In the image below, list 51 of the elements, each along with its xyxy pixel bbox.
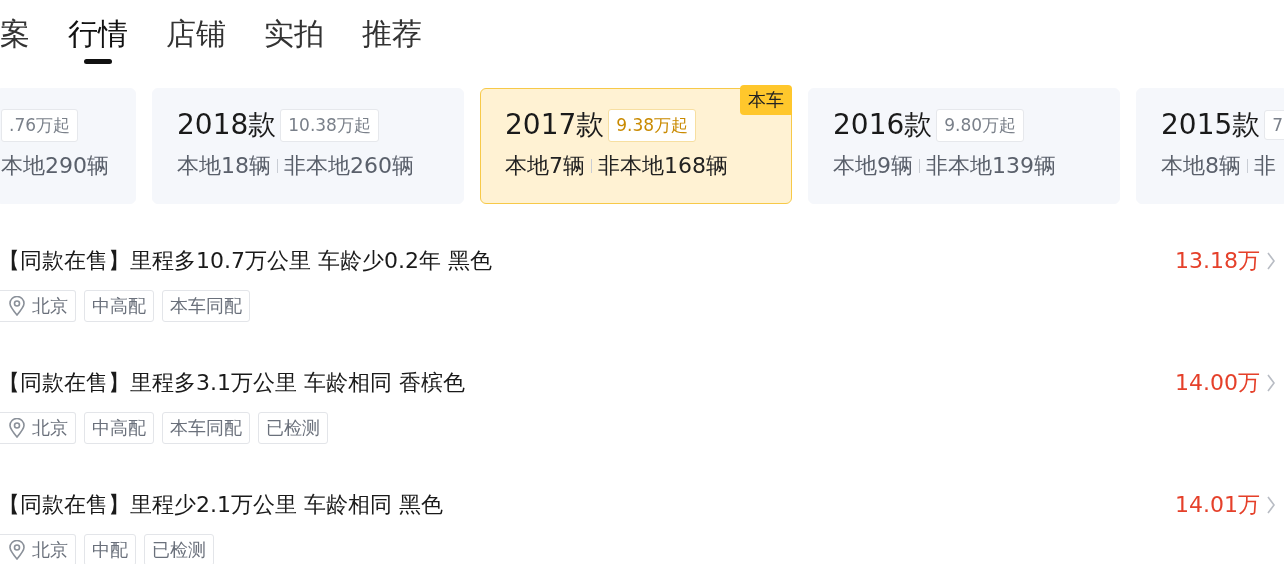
local-count: 本地290辆 [1, 152, 109, 180]
starting-price: .76万起 [1, 108, 79, 142]
year-card[interactable]: 2015款 7 本地8辆 非 [1136, 88, 1284, 204]
year-label: 2017款 [505, 107, 605, 143]
listing-title[interactable]: 【同款在售】里程多10.7万公里 车龄少0.2年 黑色 [0, 246, 492, 276]
year-card[interactable]: 2018款 10.38万起 本地18辆 非本地260辆 [152, 88, 464, 204]
listing-title[interactable]: 【同款在售】里程多3.1万公里 车龄相同 香槟色 [0, 368, 465, 398]
listing-price: 14.00万 [1175, 369, 1260, 397]
year-label: 2015款 [1161, 107, 1261, 143]
year-card[interactable]: 2017款 9.38万起 本地7辆 非本地168辆 本车 [480, 88, 792, 204]
listing-tag: 本车同配 [162, 412, 250, 444]
starting-price: 9.38万起 [608, 108, 697, 142]
year-card[interactable]: 2016款 9.80万起 本地9辆 非本地139辆 [808, 88, 1120, 204]
listing-tag: 中高配 [84, 412, 154, 444]
year-label: 2016款 [833, 107, 933, 143]
nonlocal-count: 非本地139辆 [926, 152, 1056, 180]
starting-price: 10.38万起 [280, 108, 379, 142]
current-car-badge: 本车 [740, 85, 792, 115]
listing-tag: 中高配 [84, 290, 154, 322]
chevron-icon [1266, 251, 1276, 271]
chevron-icon [1266, 373, 1276, 393]
year-label: 2018款 [177, 107, 277, 143]
listing-tag: 已检测 [144, 534, 214, 564]
tab[interactable]: 行情 [68, 10, 128, 64]
nonlocal-count: 非本地260辆 [284, 152, 414, 180]
location-tag: 北京 [0, 412, 76, 444]
location-pin-icon [8, 296, 26, 316]
tab[interactable]: 推荐 [362, 10, 422, 64]
listing-tag: 本车同配 [162, 290, 250, 322]
location-tag: 北京 [0, 290, 76, 322]
local-count: 本地18辆 [177, 152, 271, 180]
nonlocal-count: 非 [1254, 152, 1276, 180]
chevron-icon [1266, 495, 1276, 515]
location-pin-icon [8, 540, 26, 560]
year-card[interactable]: .76万起 本地290辆 [0, 88, 136, 204]
nonlocal-count: 非本地168辆 [598, 152, 728, 180]
starting-price: 9.80万起 [936, 108, 1025, 142]
location-pin-icon [8, 418, 26, 438]
listing-tag: 已检测 [258, 412, 328, 444]
listing-title[interactable]: 【同款在售】里程少2.1万公里 车龄相同 黑色 [0, 490, 443, 520]
local-count: 本地8辆 [1161, 152, 1241, 180]
starting-price: 7 [1264, 110, 1284, 140]
listing-price: 14.01万 [1175, 491, 1260, 519]
listing-price: 13.18万 [1175, 247, 1260, 275]
tab[interactable]: 案 [0, 10, 30, 64]
listing-tag: 中配 [84, 534, 136, 564]
location-tag: 北京 [0, 534, 76, 564]
tab[interactable]: 实拍 [264, 10, 324, 64]
local-count: 本地7辆 [505, 152, 585, 180]
local-count: 本地9辆 [833, 152, 913, 180]
tab[interactable]: 店铺 [166, 10, 226, 64]
